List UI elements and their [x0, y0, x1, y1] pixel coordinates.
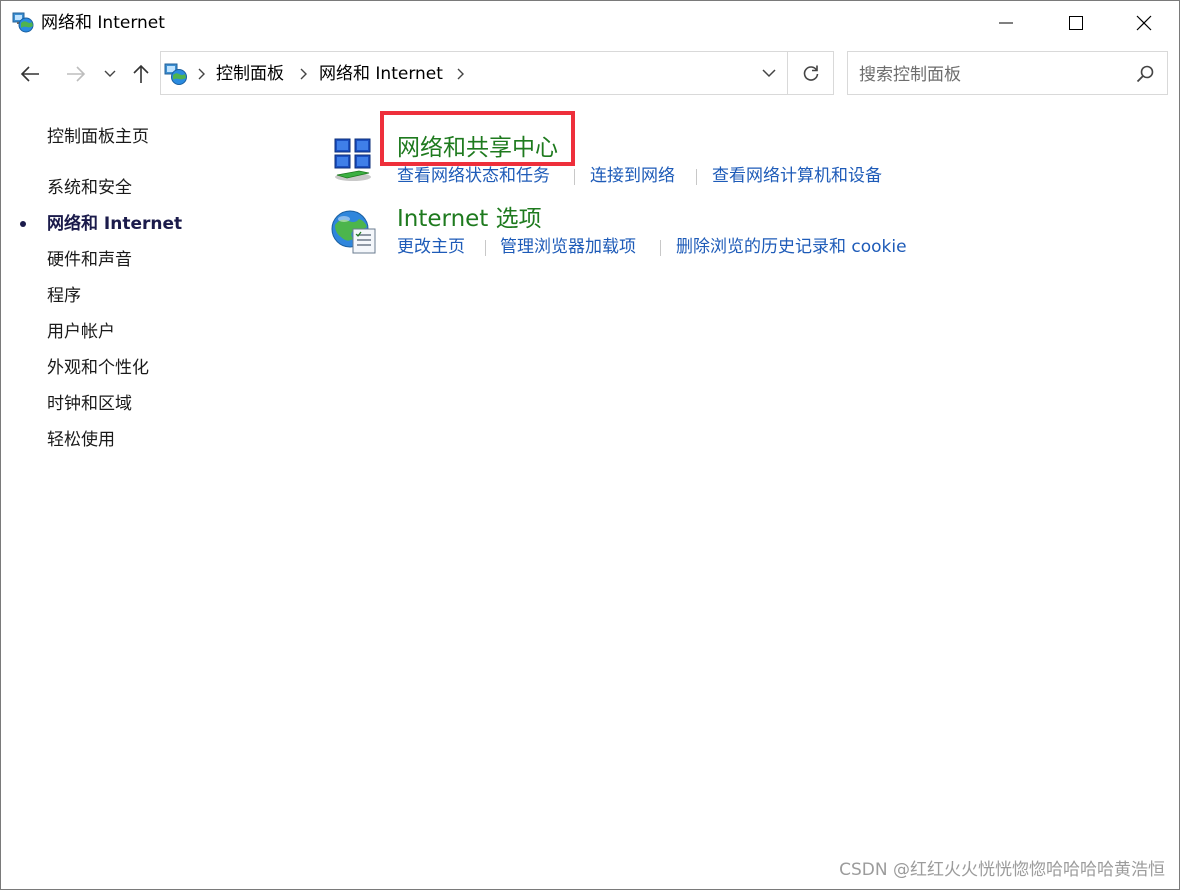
recent-locations-button[interactable] — [99, 61, 121, 87]
maximize-button[interactable] — [1041, 1, 1111, 45]
watermark-text: CSDN @红红火火恍恍惚惚哈哈哈哈黄浩恒 — [839, 860, 1165, 880]
breadcrumb-network-internet[interactable]: 网络和 Internet — [319, 63, 443, 85]
sidebar-item-network-internet[interactable]: 网络和 Internet — [47, 212, 182, 236]
address-bar[interactable]: 控制面板 网络和 Internet — [160, 51, 834, 95]
breadcrumb-separator-icon — [300, 68, 307, 80]
sidebar-item-clock-region[interactable]: 时钟和区域 — [47, 392, 132, 416]
category-title-internet-options[interactable]: Internet 选项 — [397, 204, 542, 234]
window-title: 网络和 Internet — [41, 13, 165, 33]
network-internet-icon — [12, 11, 34, 33]
refresh-button[interactable] — [787, 52, 834, 94]
network-internet-icon — [163, 62, 189, 86]
navigation-bar: 控制面板 网络和 Internet 搜索控制面板 — [1, 49, 1179, 99]
close-icon — [1136, 15, 1152, 31]
up-arrow-icon — [133, 64, 149, 83]
back-button[interactable] — [17, 61, 43, 87]
forward-button[interactable] — [63, 61, 89, 87]
task-separator — [660, 240, 661, 256]
sidebar-item-appearance[interactable]: 外观和个性化 — [47, 356, 149, 380]
highlight-box — [380, 111, 575, 166]
breadcrumb-control-panel[interactable]: 控制面板 — [216, 63, 284, 85]
active-indicator-bullet — [20, 221, 26, 227]
task-link-change-homepage[interactable]: 更改主页 — [397, 236, 465, 258]
search-icon[interactable] — [1135, 64, 1155, 84]
sidebar-item-ease-of-access[interactable]: 轻松使用 — [47, 428, 115, 452]
back-arrow-icon — [20, 66, 39, 82]
address-history-button[interactable] — [751, 52, 787, 94]
task-separator — [696, 169, 697, 185]
close-button[interactable] — [1109, 1, 1179, 45]
task-link-connect-to-network[interactable]: 连接到网络 — [590, 165, 675, 187]
chevron-down-icon — [762, 68, 776, 77]
sidebar-home-link[interactable]: 控制面板主页 — [47, 125, 149, 149]
title-bar: 网络和 Internet — [1, 1, 1179, 45]
breadcrumb-separator-icon — [198, 68, 205, 80]
task-separator — [574, 169, 575, 185]
up-button[interactable] — [128, 61, 154, 87]
sidebar-item-hardware-sound[interactable]: 硬件和声音 — [47, 248, 132, 272]
network-sharing-center-icon[interactable] — [329, 135, 379, 185]
task-link-view-network-status[interactable]: 查看网络状态和任务 — [397, 165, 550, 187]
task-separator — [485, 240, 486, 256]
refresh-icon — [803, 65, 819, 81]
search-input[interactable]: 搜索控制面板 — [859, 64, 961, 86]
minimize-button[interactable] — [971, 1, 1041, 45]
sidebar-item-user-accounts[interactable]: 用户帐户 — [47, 320, 115, 344]
minimize-icon — [999, 22, 1013, 24]
sidebar-item-programs[interactable]: 程序 — [47, 284, 81, 308]
internet-options-icon[interactable] — [329, 207, 379, 257]
search-box[interactable]: 搜索控制面板 — [847, 51, 1168, 95]
breadcrumb-separator-icon — [457, 68, 464, 80]
forward-arrow-icon — [67, 66, 86, 82]
chevron-down-icon — [104, 70, 116, 77]
task-link-delete-history[interactable]: 删除浏览的历史记录和 cookie — [676, 236, 907, 258]
control-panel-window: 网络和 Internet 控制面板 网络和 Internet 搜索控制面板 控制… — [0, 0, 1180, 890]
task-link-manage-addons[interactable]: 管理浏览器加载项 — [500, 236, 636, 258]
maximize-icon — [1069, 16, 1083, 30]
sidebar-item-system-security[interactable]: 系统和安全 — [47, 176, 132, 200]
task-link-view-network-computers[interactable]: 查看网络计算机和设备 — [712, 165, 882, 187]
